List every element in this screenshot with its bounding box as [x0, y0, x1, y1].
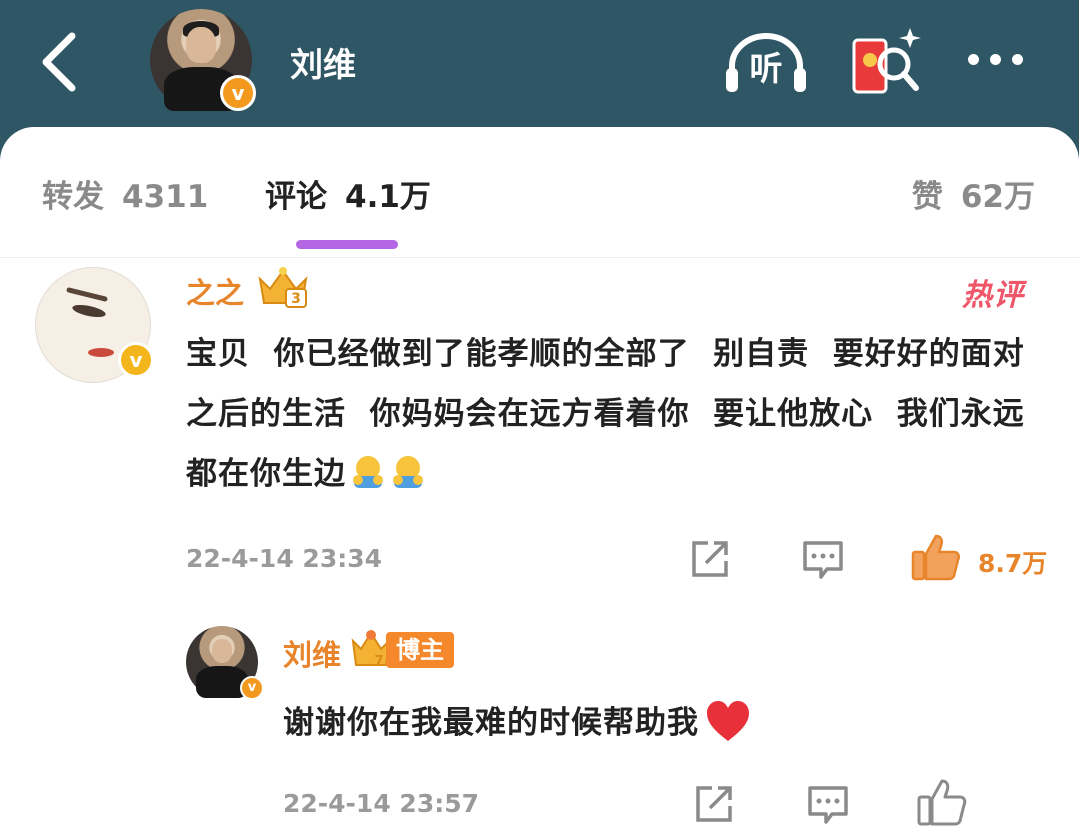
reply-button[interactable] [801, 537, 845, 581]
tab-likes-count: 62万 [960, 179, 1035, 215]
tab-repost-count: 4311 [122, 179, 209, 215]
back-button[interactable] [34, 30, 94, 94]
back-icon [42, 32, 76, 92]
author-avatar[interactable]: v [150, 9, 256, 111]
hug-emoji [393, 456, 423, 488]
more-icon [968, 54, 979, 65]
red-packet-button[interactable] [848, 24, 924, 98]
verified-badge: v [240, 676, 264, 700]
hug-emoji [353, 456, 383, 488]
comment-text: 宝贝 你已经做到了能孝顺的全部了 别自责 要好好的面对之后的生活 你妈妈会在远方… [186, 324, 1046, 504]
reply-comment-button[interactable] [806, 782, 850, 826]
reply-text: 谢谢你在我最难的时候帮助我 [283, 697, 751, 743]
crown-level: 3 [291, 291, 301, 307]
reply-body: 谢谢你在我最难的时候帮助我 [283, 705, 699, 741]
like-count: 8.7万 [978, 549, 1048, 578]
hot-comment-tag: 热评 [962, 278, 1024, 313]
reply-like-button[interactable] [916, 777, 968, 827]
red-packet-icon [852, 28, 921, 94]
tab-bar: 转发 4311 评论 4.1万 赞 62万 [0, 127, 1079, 258]
reply-name[interactable]: 刘维 [283, 632, 341, 674]
thumbs-up-icon [911, 534, 961, 581]
more-button[interactable] [962, 44, 1032, 74]
commenter-name[interactable]: 之之 [186, 270, 244, 312]
comments-panel: 转发 4311 评论 4.1万 赞 62万 v 之之 3 热评 宝贝 你已经做到了能孝… [0, 127, 1079, 840]
reply-avatar[interactable]: v [186, 626, 264, 700]
tab-comments-count: 4.1万 [345, 179, 431, 215]
crown-icon: 3 [258, 267, 308, 308]
active-tab-indicator [296, 240, 398, 249]
listen-button[interactable]: 听 [724, 30, 808, 94]
comment-body: 宝贝 你已经做到了能孝顺的全部了 别自责 要好好的面对之后的生活 你妈妈会在远方… [186, 336, 1025, 492]
author-name[interactable]: 刘维 [290, 38, 356, 86]
comment-icon [808, 786, 848, 824]
verified-badge: v [220, 75, 256, 111]
comment-icon [803, 541, 843, 579]
like-button[interactable] [910, 532, 962, 582]
share-button[interactable] [688, 537, 732, 581]
thumbs-up-icon [917, 779, 967, 826]
tab-likes-label: 赞 [911, 179, 943, 215]
tab-comments-label: 评论 [265, 179, 327, 215]
tab-likes[interactable]: 赞 62万 [912, 171, 1035, 216]
comment-time: 22-4-14 23:34 [186, 544, 383, 573]
blogger-badge: 博主 [386, 632, 454, 668]
verified-badge: v [118, 342, 154, 378]
tab-repost[interactable]: 转发 4311 [42, 171, 208, 216]
listen-label: 听 [749, 49, 783, 88]
heart-icon [707, 701, 749, 741]
crown-level: 7 [374, 654, 383, 669]
reply-share-button[interactable] [692, 782, 736, 826]
reply-time: 22-4-14 23:57 [283, 789, 480, 818]
share-icon [696, 786, 732, 822]
commenter-avatar[interactable]: v [35, 267, 154, 383]
share-icon [692, 541, 728, 577]
tab-comments[interactable]: 评论 4.1万 [265, 171, 431, 216]
tab-repost-label: 转发 [42, 179, 104, 215]
